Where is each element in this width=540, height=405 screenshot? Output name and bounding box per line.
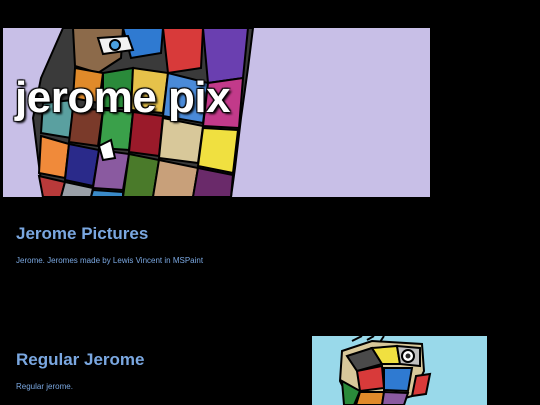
section-heading-jerome-pictures: Jerome Pictures <box>16 224 149 243</box>
page: jerome pix Jerome Pictures Jerome. Jerom… <box>0 0 540 405</box>
regular-jerome-image[interactable] <box>312 336 487 405</box>
header-banner: jerome pix <box>3 28 430 197</box>
section-heading-regular-jerome: Regular Jerome <box>16 350 145 369</box>
section-description-regular-jerome: Regular jerome. <box>16 382 73 391</box>
regular-jerome-illustration <box>338 336 432 405</box>
section-description-jerome-pictures: Jerome. Jeromes made by Lewis Vincent in… <box>16 256 204 265</box>
site-title: jerome pix <box>15 73 231 122</box>
